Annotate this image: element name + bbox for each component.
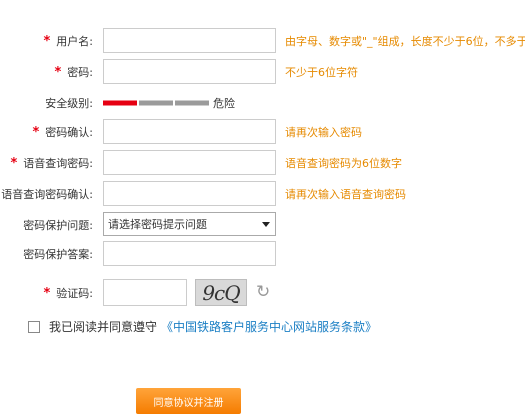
password-label: * 密码: bbox=[54, 65, 93, 80]
agree-and-register-button[interactable]: 同意协议并注册 bbox=[136, 388, 241, 414]
agreement-row: 我已阅读并同意遵守 《中国铁路客户服务中心网站服务条款》 bbox=[28, 318, 377, 335]
password-row: * 密码: 不少于6位字符 bbox=[0, 59, 525, 85]
security-question-select[interactable]: 请选择密码提示问题 bbox=[103, 212, 276, 236]
security-level-meter bbox=[103, 100, 209, 106]
captcha-label: * 验证码: bbox=[43, 285, 93, 301]
voice-password-confirm-hint: 请再次输入语音查询密码 bbox=[285, 188, 406, 201]
voice-password-label: * 语音查询密码: bbox=[10, 156, 93, 171]
security-question-selected: 请选择密码提示问题 bbox=[108, 218, 207, 231]
agreement-checkbox[interactable] bbox=[28, 320, 40, 333]
confirm-password-row: * 密码确认: 请再次输入密码 bbox=[0, 119, 525, 145]
voice-password-row: * 语音查询密码: 语音查询密码为6位数字 bbox=[0, 150, 525, 176]
captcha-row: * 验证码: 9cQ ↻ bbox=[0, 279, 525, 306]
security-answer-input[interactable] bbox=[103, 241, 276, 266]
username-input[interactable] bbox=[103, 28, 276, 53]
security-question-label: 密码保护问题: bbox=[23, 218, 93, 232]
security-level-segment-3 bbox=[175, 100, 209, 106]
security-level-row: 安全级别: 危险 bbox=[0, 95, 525, 111]
chevron-down-icon bbox=[262, 222, 270, 227]
security-answer-row: 密码保护答案: bbox=[0, 241, 525, 267]
security-answer-label: 密码保护答案: bbox=[23, 248, 93, 261]
captcha-image[interactable]: 9cQ bbox=[195, 279, 247, 306]
password-input[interactable] bbox=[103, 59, 276, 84]
security-level-label: 安全级别: bbox=[45, 97, 93, 110]
username-hint: 由字母、数字或"_"组成，长度不少于6位，不多于30 bbox=[285, 35, 525, 48]
refresh-icon[interactable]: ↻ bbox=[256, 282, 270, 302]
agreement-text: 我已阅读并同意遵守 bbox=[49, 320, 158, 334]
terms-link[interactable]: 《中国铁路客户服务中心网站服务条款》 bbox=[161, 318, 377, 335]
confirm-password-label: * 密码确认: bbox=[32, 125, 93, 140]
confirm-password-input[interactable] bbox=[103, 119, 276, 144]
username-row: * 用户名: 由字母、数字或"_"组成，长度不少于6位，不多于30 bbox=[0, 28, 525, 54]
security-level-text: 危险 bbox=[213, 97, 235, 110]
security-level-segment-1 bbox=[103, 100, 137, 106]
security-level-segment-2 bbox=[139, 100, 173, 106]
voice-password-confirm-input[interactable] bbox=[103, 181, 276, 206]
voice-password-input[interactable] bbox=[103, 150, 276, 175]
security-question-row: 密码保护问题: 请选择密码提示问题 bbox=[0, 212, 525, 237]
confirm-password-hint: 请再次输入密码 bbox=[285, 126, 362, 139]
captcha-input[interactable] bbox=[103, 279, 187, 306]
password-hint: 不少于6位字符 bbox=[285, 66, 358, 79]
voice-password-confirm-label: 语音查询密码确认: bbox=[1, 188, 93, 201]
voice-password-confirm-row: 语音查询密码确认: 请再次输入语音查询密码 bbox=[0, 181, 525, 207]
username-label: * 用户名: bbox=[43, 34, 93, 49]
voice-password-hint: 语音查询密码为6位数字 bbox=[285, 157, 402, 170]
